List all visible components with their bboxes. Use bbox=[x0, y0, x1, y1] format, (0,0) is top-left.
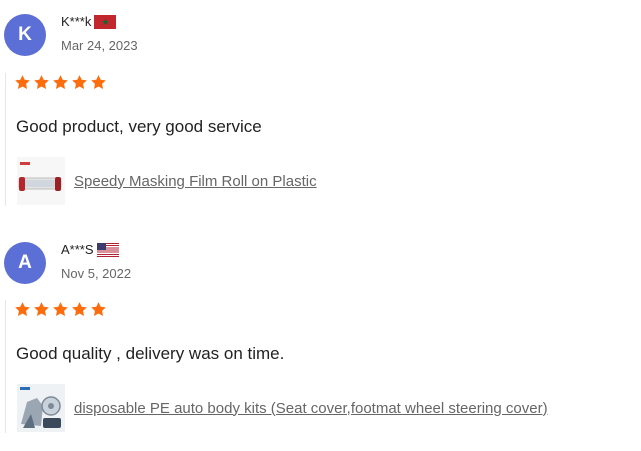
star-rating bbox=[14, 301, 107, 318]
avatar: K bbox=[4, 14, 46, 56]
reviewer-line: K***k ★ bbox=[61, 14, 117, 29]
star-icon bbox=[53, 75, 68, 90]
star-icon bbox=[15, 302, 30, 317]
review-body: Good quality , delivery was on time. dis… bbox=[5, 300, 626, 433]
star-icon bbox=[53, 302, 68, 317]
review-text: Good product, very good service bbox=[16, 117, 262, 136]
morocco-flag-icon: ★ bbox=[94, 14, 117, 29]
star-icon bbox=[72, 302, 87, 317]
product-reference[interactable]: disposable PE auto body kits (Seat cover… bbox=[17, 384, 548, 432]
star-icon bbox=[91, 302, 106, 317]
star-icon bbox=[72, 75, 87, 90]
star-icon bbox=[15, 75, 30, 90]
usa-flag-icon bbox=[96, 242, 119, 257]
reviewer-line: A***S bbox=[61, 242, 119, 257]
review-body: Good product, very good service Speedy M… bbox=[5, 73, 626, 206]
masking-film-roll-thumbnail[interactable] bbox=[17, 157, 65, 205]
product-reference[interactable]: Speedy Masking Film Roll on Plastic bbox=[17, 157, 317, 205]
reviewer-name: A***S bbox=[61, 242, 94, 257]
review-date: Mar 24, 2023 bbox=[61, 38, 138, 53]
star-icon bbox=[91, 75, 106, 90]
star-icon bbox=[34, 75, 49, 90]
avatar: A bbox=[4, 242, 46, 284]
star-icon bbox=[34, 302, 49, 317]
review-text: Good quality , delivery was on time. bbox=[16, 344, 285, 363]
auto-body-kit-thumbnail[interactable] bbox=[17, 384, 65, 432]
product-link[interactable]: disposable PE auto body kits (Seat cover… bbox=[74, 400, 548, 417]
review-date: Nov 5, 2022 bbox=[61, 266, 132, 281]
reviewer-name: K***k bbox=[61, 14, 92, 29]
star-rating bbox=[14, 74, 107, 91]
product-link[interactable]: Speedy Masking Film Roll on Plastic bbox=[74, 173, 317, 190]
